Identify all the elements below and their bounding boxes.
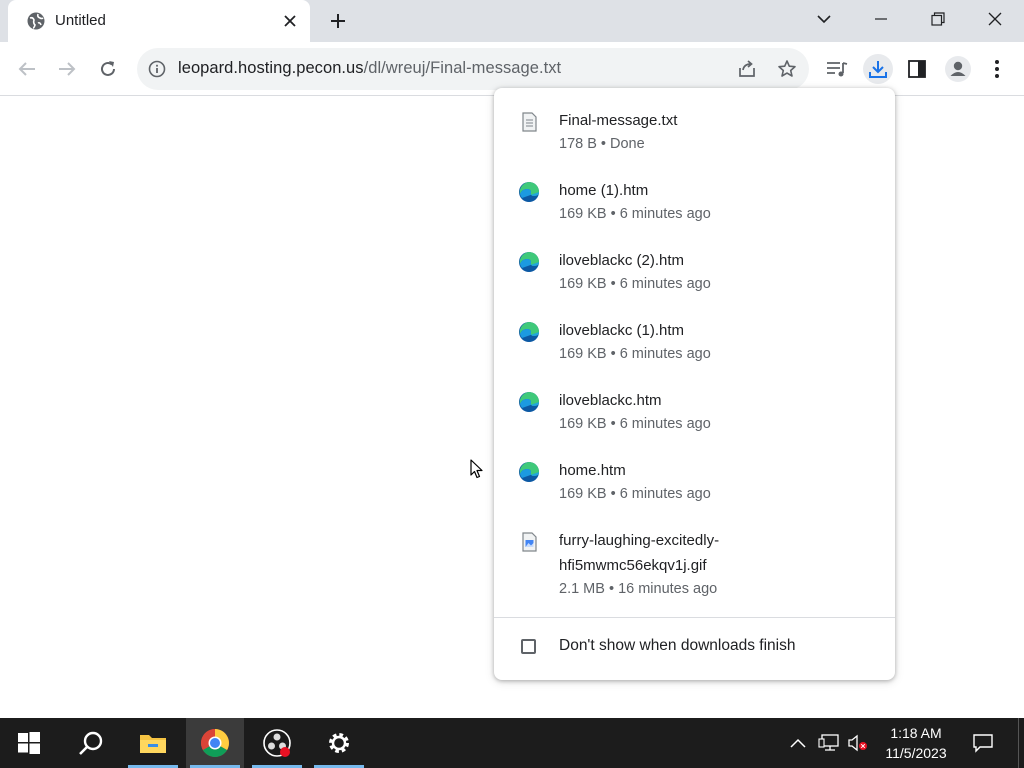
edge-icon [518, 181, 540, 203]
start-button[interactable] [0, 718, 58, 768]
file-explorer-icon[interactable] [124, 718, 182, 768]
back-button[interactable] [12, 54, 42, 84]
download-item[interactable]: home.htm 169 KB • 6 minutes ago [494, 456, 895, 514]
tab-search-chevron-down-icon[interactable] [801, 4, 847, 34]
chrome-icon[interactable] [186, 718, 244, 768]
bookmark-star-icon[interactable] [775, 57, 799, 81]
address-bar[interactable]: leopard.hosting.pecon.us/dl/wreuj/Final-… [137, 48, 809, 90]
network-icon[interactable] [815, 718, 843, 768]
download-filename-line2: hfi5mwmc56ekqv1j.gif [559, 557, 707, 574]
edge-icon [518, 321, 540, 343]
download-filename-line1: furry-laughing-excitedly- [559, 532, 720, 549]
download-filename: home.htm [559, 462, 626, 479]
download-status: 169 KB • 6 minutes ago [559, 416, 711, 432]
search-icon[interactable] [62, 718, 120, 768]
downloads-button[interactable] [863, 54, 893, 84]
download-filename: iloveblackc (1).htm [559, 322, 685, 339]
download-item[interactable]: iloveblackc (2).htm 169 KB • 6 minutes a… [494, 246, 895, 304]
url-path: /dl/wreuj/Final-message.txt [363, 59, 562, 77]
tab-close-icon[interactable] [280, 11, 300, 31]
download-status: 178 B • Done [559, 136, 645, 152]
windows-taskbar: 1:18 AM 11/5/2023 [0, 718, 1024, 768]
action-center-icon[interactable] [968, 718, 998, 768]
download-status: 169 KB • 6 minutes ago [559, 346, 711, 362]
show-desktop-divider[interactable] [1018, 718, 1019, 768]
download-item[interactable]: home (1).htm 169 KB • 6 minutes ago [494, 176, 895, 234]
downloads-bubble: Final-message.txt 178 B • Done home (1).… [494, 88, 895, 680]
download-item[interactable]: iloveblackc.htm 169 KB • 6 minutes ago [494, 386, 895, 444]
profile-avatar[interactable] [943, 54, 973, 84]
download-status: 2.1 MB • 16 minutes ago [559, 581, 718, 597]
side-panel-icon[interactable] [902, 54, 932, 84]
show-hidden-icons-chevron-up-icon[interactable] [786, 718, 810, 768]
download-filename: Final-message.txt [559, 112, 678, 129]
site-info-icon[interactable] [147, 59, 167, 79]
image-file-icon [518, 531, 540, 553]
tab-untitled[interactable]: Untitled [8, 0, 310, 42]
dont-show-checkbox-label[interactable]: Don't show when downloads finish [559, 637, 795, 655]
tab-strip: Untitled [0, 0, 1024, 42]
download-status: 169 KB • 6 minutes ago [559, 206, 711, 222]
edge-icon [518, 251, 540, 273]
edge-icon [518, 391, 540, 413]
settings-gear-icon[interactable] [310, 718, 368, 768]
url-text: leopard.hosting.pecon.us/dl/wreuj/Final-… [178, 59, 561, 78]
reload-button[interactable] [93, 54, 123, 84]
tab-title: Untitled [55, 12, 106, 29]
obs-studio-icon[interactable] [248, 718, 306, 768]
volume-muted-icon[interactable] [845, 718, 871, 768]
download-status: 169 KB • 6 minutes ago [559, 486, 711, 502]
clock-time: 1:18 AM [890, 725, 942, 741]
mouse-cursor-icon [470, 459, 484, 479]
taskbar-clock[interactable]: 1:18 AM 11/5/2023 [876, 723, 956, 763]
close-window-button[interactable] [972, 4, 1018, 34]
forward-button[interactable] [52, 54, 82, 84]
menu-kebab-icon[interactable] [982, 54, 1012, 84]
new-tab-button[interactable] [325, 8, 351, 34]
media-controls-icon[interactable] [822, 54, 852, 84]
download-item[interactable]: iloveblackc (1).htm 169 KB • 6 minutes a… [494, 316, 895, 374]
restore-button[interactable] [915, 4, 961, 34]
text-file-icon [518, 111, 540, 133]
download-filename: home (1).htm [559, 182, 649, 199]
download-item[interactable]: Final-message.txt 178 B • Done [494, 106, 895, 164]
download-status: 169 KB • 6 minutes ago [559, 276, 711, 292]
globe-icon [26, 11, 46, 31]
url-host: leopard.hosting.pecon.us [178, 59, 364, 77]
download-filename: iloveblackc.htm [559, 392, 662, 409]
share-icon[interactable] [735, 57, 759, 81]
dont-show-checkbox[interactable] [521, 639, 536, 654]
minimize-button[interactable] [858, 4, 904, 34]
edge-icon [518, 461, 540, 483]
divider [494, 617, 895, 618]
clock-date: 11/5/2023 [885, 745, 947, 761]
download-filename: iloveblackc (2).htm [559, 252, 685, 269]
download-item[interactable]: furry-laughing-excitedly- hfi5mwmc56ekqv… [494, 526, 895, 606]
